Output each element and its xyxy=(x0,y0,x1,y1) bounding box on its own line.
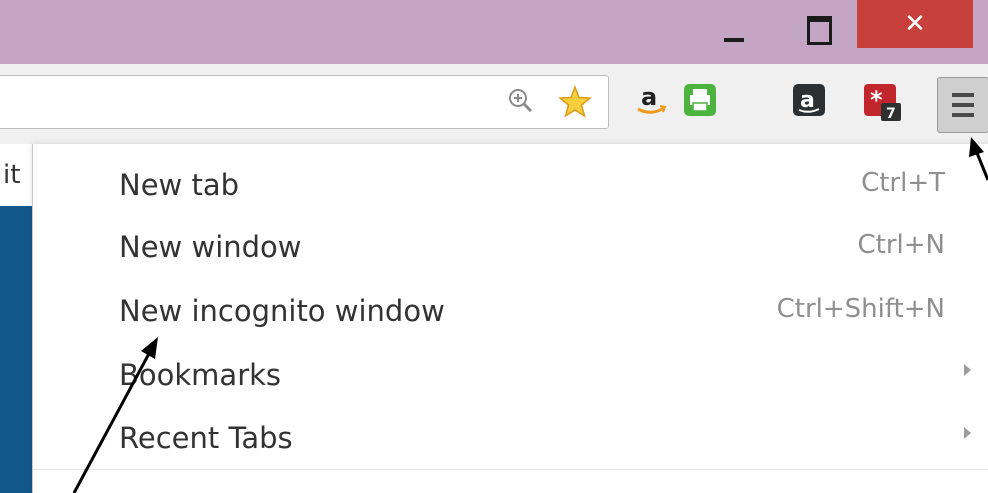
chrome-menu-button[interactable] xyxy=(937,77,988,133)
lastpass-badge: 7 xyxy=(886,106,896,122)
page-blue-panel xyxy=(0,206,32,493)
lastpass-icon[interactable]: * 7 xyxy=(863,83,903,127)
chrome-dropdown-menu: New tab Ctrl+T New window Ctrl+N New inc… xyxy=(32,144,988,493)
title-bar: ✕ xyxy=(0,0,988,64)
minimize-button[interactable] xyxy=(704,10,764,54)
page-partial-text: it xyxy=(3,160,21,190)
svg-text:a: a xyxy=(641,83,657,111)
maximize-button[interactable] xyxy=(790,10,850,54)
menu-item-label: New window xyxy=(119,230,302,264)
close-button[interactable]: ✕ xyxy=(857,0,973,48)
zoom-icon[interactable] xyxy=(508,88,534,118)
submenu-arrow-icon xyxy=(964,364,971,376)
bookmark-star-icon[interactable] xyxy=(558,84,592,123)
menu-item-label: Recent Tabs xyxy=(119,421,293,455)
page-content-edge: it xyxy=(0,144,32,493)
menu-item-shortcut: Ctrl+N xyxy=(857,230,946,260)
menu-item-label: New incognito window xyxy=(119,294,445,328)
menu-separator xyxy=(33,469,988,470)
print-friendly-icon[interactable] xyxy=(683,83,717,121)
menu-item-new-tab[interactable]: New tab Ctrl+T xyxy=(33,154,988,214)
amazon-assistant-icon[interactable]: a xyxy=(792,83,826,121)
address-bar[interactable] xyxy=(0,75,609,129)
menu-item-label: Bookmarks xyxy=(119,358,282,392)
menu-item-shortcut: Ctrl+T xyxy=(861,168,945,198)
submenu-arrow-icon xyxy=(964,427,971,439)
browser-toolbar: a a * 7 xyxy=(0,64,988,144)
menu-item-recent-tabs[interactable]: Recent Tabs xyxy=(33,407,988,467)
maximize-icon xyxy=(807,16,832,45)
svg-text:a: a xyxy=(800,88,815,113)
menu-item-new-window[interactable]: New window Ctrl+N xyxy=(33,216,988,276)
menu-item-label: New tab xyxy=(119,168,240,202)
amazon-extension-icon[interactable]: a xyxy=(634,83,668,121)
menu-item-shortcut: Ctrl+Shift+N xyxy=(776,294,945,324)
menu-item-bookmarks[interactable]: Bookmarks xyxy=(33,344,988,404)
close-icon: ✕ xyxy=(904,9,926,39)
menu-item-new-incognito-window[interactable]: New incognito window Ctrl+Shift+N xyxy=(33,280,988,340)
